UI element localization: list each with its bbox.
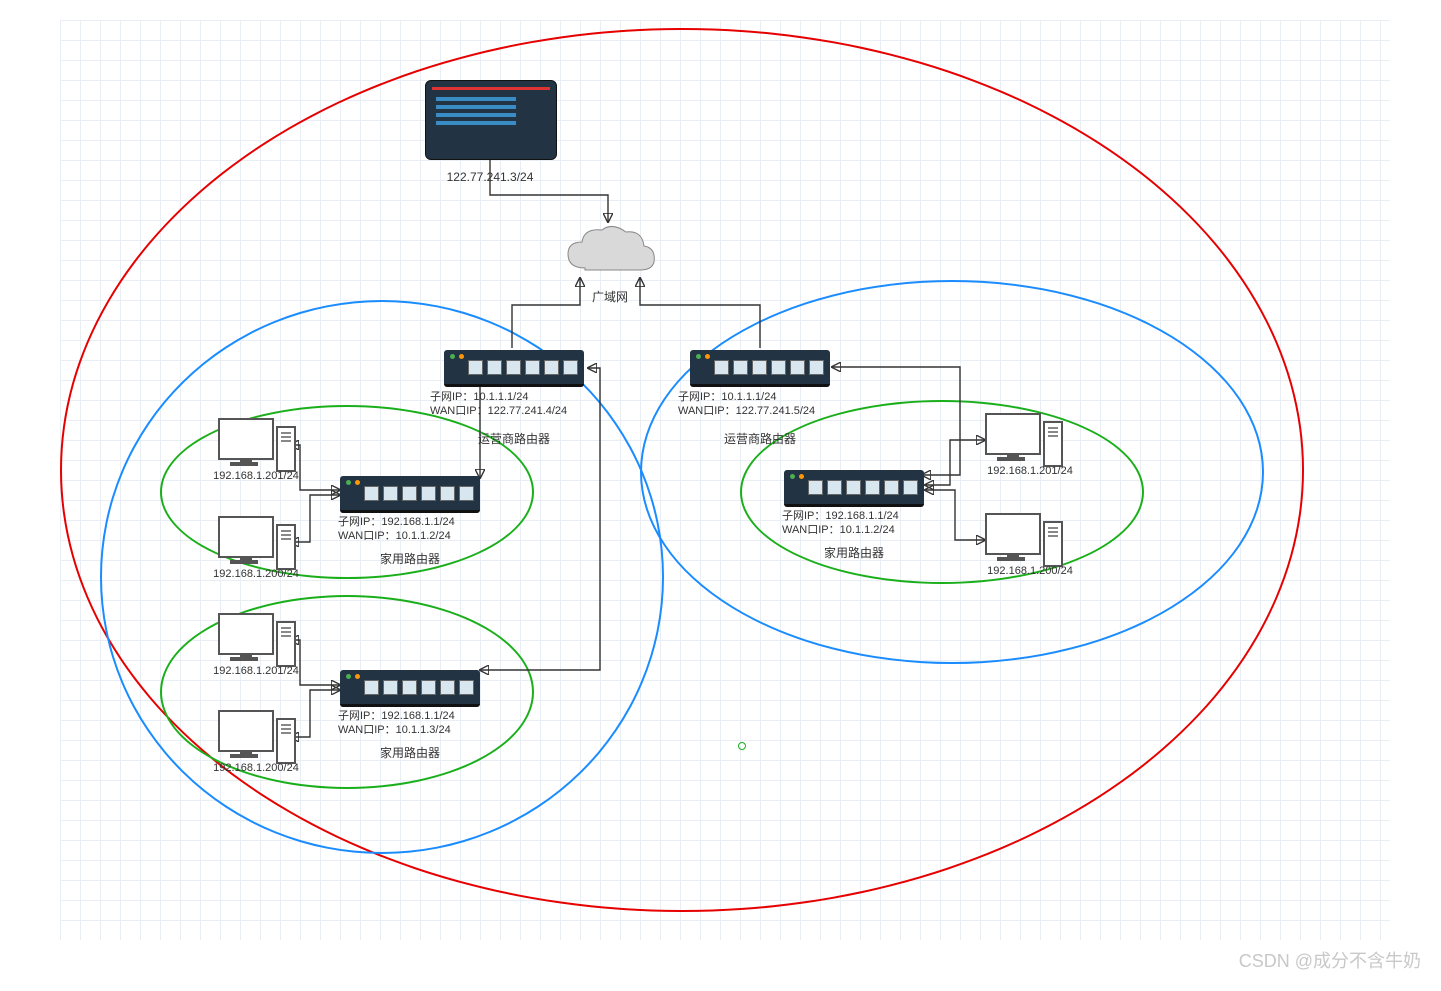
watermark: CSDN @成分不含牛奶 [1239,947,1421,973]
pc-b2-ip: 192.168.1.200/24 [196,762,316,774]
home-router-a-title: 家用路由器 [340,550,480,567]
home-router-a-wan: WAN口IP：10.1.1.2/24 [338,527,508,543]
pc-c1-ip: 192.168.1.201/24 [970,465,1090,477]
cloud-label: 广域网 [560,288,660,305]
cloud-icon [560,220,660,280]
home-router-c-wan: WAN口IP：10.1.1.2/24 [782,521,952,537]
home-router-c-title: 家用路由器 [784,544,924,561]
pc-c2-ip: 192.168.1.200/24 [970,565,1090,577]
pc-b2 [218,710,298,764]
pc-b1-ip: 192.168.1.201/24 [196,665,316,677]
home-router-b [340,670,480,707]
pc-c1 [985,413,1065,467]
diagram-canvas: 122.77.241.3/24 广域网 子网IP：10.1.1.1/24 WAN… [0,0,1441,991]
isp-router-left-title: 运营商路由器 [444,430,584,447]
isp-router-right-wan: WAN口IP：122.77.241.5/24 [678,402,868,418]
pc-a2-ip: 192.168.1.200/24 [196,568,316,580]
isp-router-right-title: 运营商路由器 [690,430,830,447]
wan-server [425,80,557,160]
isp-router-left-wan: WAN口IP：122.77.241.4/24 [430,402,610,418]
pc-a1-ip: 192.168.1.201/24 [196,470,316,482]
home-router-c [784,470,924,507]
wan-server-ip: 122.77.241.3/24 [420,170,560,184]
pc-a1 [218,418,298,472]
home-router-a [340,476,480,513]
isp-router-right [690,350,830,387]
pc-b1 [218,613,298,667]
pc-a2 [218,516,298,570]
home-router-b-title: 家用路由器 [340,744,480,761]
pc-c2 [985,513,1065,567]
isp-router-left [444,350,584,387]
home-router-b-wan: WAN口IP：10.1.1.3/24 [338,721,508,737]
stray-dot [738,742,746,750]
